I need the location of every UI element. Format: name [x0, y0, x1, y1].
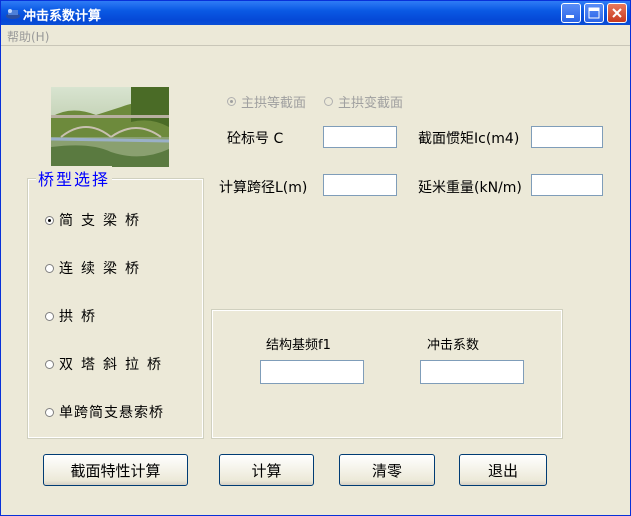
radio-dot — [45, 359, 54, 369]
span-label: 计算跨径L(m) — [219, 180, 308, 196]
radio-dot — [45, 215, 54, 225]
weight-field[interactable] — [531, 174, 603, 196]
bridge-type-title: 桥型选择 — [36, 166, 113, 190]
radio-arch-uniform[interactable]: 主拱等截面 — [227, 92, 306, 111]
radio-dot — [45, 311, 54, 321]
main-window: 冲击系数计算 帮助(H) 主拱等截面 主拱变截面 砼标号 C 截面惯矩Ic(m4… — [0, 0, 631, 516]
maximize-button[interactable] — [584, 3, 604, 23]
close-button[interactable] — [607, 3, 627, 23]
results-group: 结构基频f1 冲击系数 — [211, 309, 563, 439]
radio-dot — [227, 97, 236, 106]
radio-suspension[interactable]: 单跨简支悬索桥 — [45, 402, 164, 422]
radio-dot — [324, 97, 333, 106]
clear-button[interactable]: 清零 — [339, 454, 435, 486]
minimize-button[interactable] — [561, 3, 581, 23]
radio-label: 主拱等截面 — [241, 96, 307, 111]
frequency-field[interactable] — [260, 360, 364, 384]
title-bar[interactable]: 冲击系数计算 — [1, 1, 630, 25]
radio-arch[interactable]: 拱桥 — [45, 306, 103, 326]
inertia-field[interactable] — [531, 126, 603, 148]
span-field[interactable] — [323, 174, 397, 196]
close-icon — [612, 8, 622, 18]
radio-label: 简支梁桥 — [59, 213, 147, 229]
radio-label: 拱桥 — [59, 309, 103, 325]
radio-simply-supported[interactable]: 简支梁桥 — [45, 210, 147, 230]
frequency-label: 结构基频f1 — [266, 338, 331, 353]
impact-label: 冲击系数 — [427, 338, 480, 353]
minimize-icon — [566, 15, 574, 18]
bridge-photo — [51, 87, 169, 167]
section-calc-button[interactable]: 截面特性计算 — [43, 454, 188, 486]
radio-dot — [45, 263, 54, 273]
calculate-button[interactable]: 计算 — [219, 454, 314, 486]
app-icon — [6, 9, 20, 19]
menu-bar: 帮助(H) — [1, 25, 630, 46]
inertia-label: 截面惯矩Ic(m4) — [418, 131, 520, 147]
concrete-grade-field[interactable] — [323, 126, 397, 148]
radio-dot — [45, 407, 54, 417]
weight-label: 延米重量(kN/m) — [418, 180, 522, 196]
window-title: 冲击系数计算 — [23, 9, 102, 24]
maximize-icon — [588, 7, 600, 19]
menu-help[interactable]: 帮助(H) — [7, 28, 49, 45]
bridge-type-group: 桥型选择 简支梁桥 连续梁桥 拱桥 双塔斜拉桥 单跨简支悬索桥 — [27, 166, 204, 439]
concrete-grade-label: 砼标号 C — [227, 131, 284, 147]
radio-label: 双塔斜拉桥 — [59, 357, 169, 373]
radio-label: 主拱变截面 — [338, 96, 404, 111]
exit-button[interactable]: 退出 — [459, 454, 547, 486]
radio-label: 连续梁桥 — [59, 261, 147, 277]
impact-field[interactable] — [420, 360, 524, 384]
radio-arch-variable[interactable]: 主拱变截面 — [324, 92, 403, 111]
radio-cable-stayed[interactable]: 双塔斜拉桥 — [45, 354, 169, 374]
radio-continuous[interactable]: 连续梁桥 — [45, 258, 147, 278]
radio-label: 单跨简支悬索桥 — [59, 405, 164, 421]
